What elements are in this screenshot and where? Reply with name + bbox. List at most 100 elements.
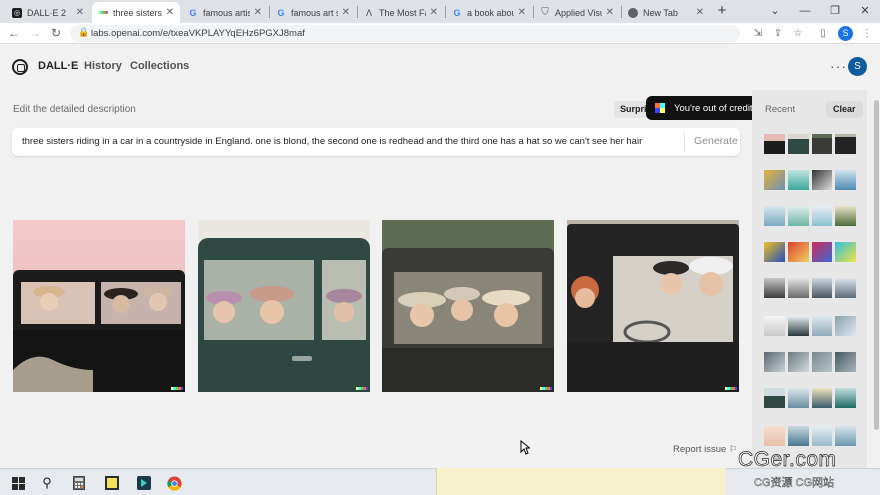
scrollbar-thumb[interactable] (874, 100, 879, 430)
openai-icon: ◎ (12, 7, 22, 18)
browser-tab[interactable]: G a book about ✕ (446, 2, 532, 23)
recent-thumbnail[interactable] (764, 134, 785, 154)
recent-thumbnail[interactable] (811, 170, 833, 190)
restore-icon[interactable]: ❐ (820, 0, 850, 23)
recent-thumbnail[interactable] (835, 388, 856, 408)
google-icon: G (277, 7, 285, 18)
calculator-icon[interactable] (68, 472, 90, 494)
generated-image-1[interactable] (13, 220, 185, 392)
close-icon[interactable]: ✕ (430, 7, 438, 18)
recent-thumbnail[interactable] (835, 316, 856, 336)
share-icon[interactable]: ⇪ (771, 27, 785, 41)
shield-icon: ⛉ (541, 7, 549, 18)
generate-button[interactable]: Generate (694, 135, 738, 147)
recent-thumbnail[interactable] (835, 170, 856, 190)
prompt-text[interactable]: three sisters riding in a car in a count… (22, 136, 674, 147)
recent-thumbnail[interactable] (787, 278, 809, 298)
recent-thumbnail[interactable] (764, 242, 785, 262)
recent-thumbnail[interactable] (835, 278, 856, 298)
recent-thumbnail[interactable] (787, 206, 809, 226)
more-options-icon[interactable]: ··· (830, 58, 847, 74)
close-icon[interactable]: ✕ (254, 7, 262, 18)
sticky-notes-icon[interactable] (101, 472, 123, 494)
bookmark-star-icon[interactable]: ☆ (791, 27, 805, 41)
tab-search-icon[interactable]: ⌄ (760, 0, 790, 23)
recent-thumbnail[interactable] (835, 352, 856, 372)
browser-tab[interactable]: Λ The Most Fam ✕ (358, 2, 444, 23)
browser-tab[interactable]: New Tab ✕ (622, 2, 710, 23)
reload-icon[interactable]: ↻ (48, 26, 64, 42)
watermark-sub: CG资源 CG网站 (754, 477, 835, 489)
recent-thumbnail[interactable] (811, 426, 833, 446)
nav-history[interactable]: History (84, 60, 122, 72)
clear-button[interactable]: Clear (826, 101, 863, 118)
back-icon[interactable]: ← (6, 26, 22, 42)
avatar[interactable]: S (848, 57, 867, 76)
tab-title: New Tab (643, 7, 678, 18)
close-icon[interactable]: ✕ (342, 7, 350, 18)
search-icon[interactable]: ⚲ (36, 472, 58, 494)
recent-thumbnail[interactable] (787, 170, 809, 190)
recent-thumbnail[interactable] (811, 352, 833, 372)
recent-thumbnail[interactable] (764, 278, 785, 298)
recent-thumbnail[interactable] (835, 426, 856, 446)
browser-menu-icon[interactable]: ⋮ (860, 27, 874, 41)
close-icon[interactable]: ✕ (76, 7, 84, 18)
google-icon: G (189, 7, 197, 18)
recent-thumbnail[interactable] (811, 316, 833, 336)
forward-icon[interactable]: → (27, 26, 43, 42)
recent-thumbnail[interactable] (811, 134, 833, 154)
recent-thumbnail[interactable] (764, 206, 785, 226)
recent-thumbnail[interactable] (787, 426, 809, 446)
recent-thumbnail[interactable] (787, 388, 809, 408)
install-icon[interactable]: ⇲ (751, 27, 765, 41)
chrome-icon[interactable] (163, 472, 185, 494)
minimize-icon[interactable]: — (790, 0, 820, 23)
browser-tab[interactable]: ◎ DALL·E 2 ✕ (6, 2, 90, 23)
recent-thumbnail[interactable] (835, 134, 856, 154)
browser-tab[interactable]: ⛉ Applied Visua ✕ (534, 2, 620, 23)
nav-collections[interactable]: Collections (130, 60, 189, 72)
side-panel-icon[interactable]: ▯ (816, 27, 830, 41)
recent-thumbnail[interactable] (764, 352, 785, 372)
new-tab-button[interactable]: + (714, 2, 730, 20)
app-icon[interactable] (133, 472, 155, 494)
browser-tab[interactable]: G famous art st ✕ (270, 2, 356, 23)
recent-thumbnail[interactable] (811, 206, 833, 226)
recent-thumbnail[interactable] (764, 426, 785, 446)
generated-image-2[interactable] (198, 220, 370, 392)
tab-title: famous art st (291, 7, 338, 18)
tab-title: Applied Visua (555, 7, 602, 18)
recent-thumbnail[interactable] (787, 316, 809, 336)
recent-thumbnail[interactable] (787, 242, 809, 262)
recent-thumbnail[interactable] (811, 278, 833, 298)
windows-start-icon[interactable] (7, 472, 29, 494)
browser-tab-active[interactable]: three sisters ✕ (92, 2, 180, 23)
recent-thumbnail[interactable] (787, 134, 809, 154)
recent-thumbnail[interactable] (835, 206, 856, 226)
recent-row (764, 134, 856, 154)
browser-tab[interactable]: G famous artist ✕ (182, 2, 268, 23)
recent-thumbnail[interactable] (811, 242, 833, 262)
openai-logo-icon[interactable] (12, 59, 28, 75)
close-icon[interactable]: ✕ (166, 7, 174, 18)
close-icon[interactable]: ✕ (606, 7, 614, 18)
taskbar-notification-area (436, 468, 726, 495)
report-issue-link[interactable]: Report issue (673, 444, 726, 455)
recent-thumbnail[interactable] (787, 352, 809, 372)
generated-image-3[interactable] (382, 220, 554, 392)
close-icon[interactable]: ✕ (518, 7, 526, 18)
recent-thumbnail[interactable] (764, 170, 785, 190)
recent-thumbnail[interactable] (835, 242, 856, 262)
brand-title[interactable]: DALL·E (38, 60, 78, 72)
close-icon[interactable]: ✕ (696, 7, 704, 18)
recent-thumbnail[interactable] (764, 388, 785, 408)
recent-thumbnail[interactable] (764, 316, 785, 336)
mouse-cursor-icon (520, 440, 530, 455)
browser-profile-avatar[interactable]: S (838, 26, 853, 41)
address-bar[interactable]: 🔒 labs.openai.com/e/txeaVKPLAYYqEHz6PGXJ… (70, 25, 740, 42)
recent-thumbnail[interactable] (811, 388, 833, 408)
prompt-field[interactable]: three sisters riding in a car in a count… (12, 128, 740, 156)
generated-image-4[interactable] (567, 220, 739, 392)
window-close-icon[interactable]: ✕ (850, 0, 880, 23)
